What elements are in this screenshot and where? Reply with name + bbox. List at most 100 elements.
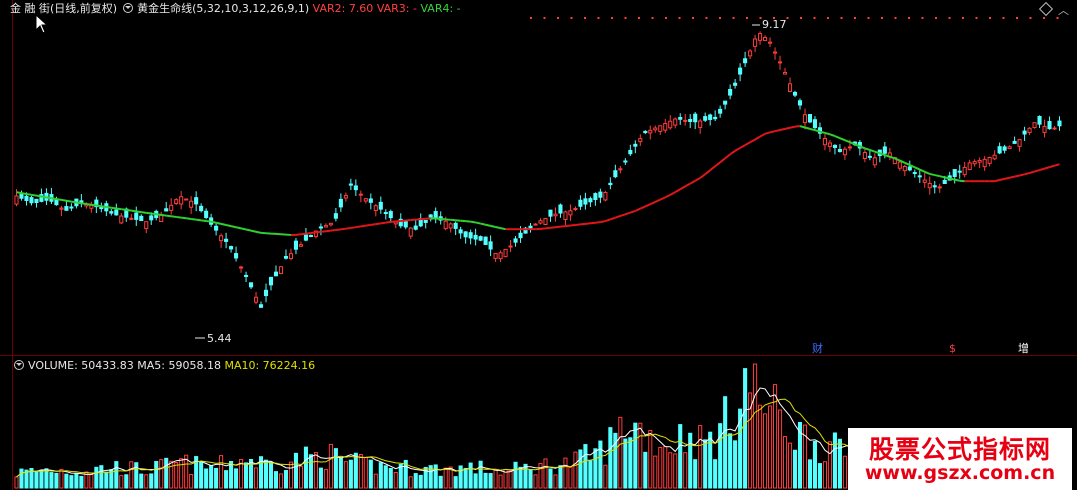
candle-body [503, 248, 508, 258]
candle-body [588, 198, 593, 203]
volume-bar [753, 363, 758, 489]
volume-bar [224, 470, 229, 489]
gold-line-segment [36, 194, 42, 198]
volume-bar [199, 461, 204, 489]
volume-bar [558, 465, 563, 489]
gold-line-segment [205, 220, 212, 223]
gold-line-segment [176, 215, 182, 219]
volume-bar [573, 451, 578, 489]
indicator-menu-icon[interactable] [123, 3, 134, 13]
candle-body [957, 170, 962, 173]
gold-line-segment [944, 176, 950, 180]
gold-line-segment [610, 216, 616, 221]
candle-body [204, 210, 209, 218]
candle-body [777, 61, 783, 64]
candle-body [219, 235, 224, 242]
candle-body [413, 225, 418, 230]
candle-body [782, 72, 788, 75]
candle-body [1037, 115, 1042, 125]
volume-bar [593, 448, 598, 489]
candle-body [723, 100, 728, 105]
pane-divider [0, 355, 1077, 356]
gold-line-segment [590, 221, 596, 225]
gold-line-segment [620, 213, 626, 217]
candle-body [239, 266, 244, 269]
top-event-dot [800, 17, 802, 19]
main-pane-header: 金 融 街(日线,前复权) 黄金生命线(5,32,10,3,12,26,9,1) … [10, 0, 461, 18]
gold-line-segment [86, 203, 92, 206]
candle-body [214, 225, 219, 231]
candle-body [348, 183, 353, 186]
gold-line-segment [156, 213, 162, 216]
candle-body [593, 193, 598, 201]
candle-body [234, 253, 239, 259]
event-marker-increase[interactable]: 增 [1018, 343, 1029, 355]
volume-menu-icon[interactable] [14, 360, 24, 370]
volume-bar [777, 409, 783, 489]
volume-bar [653, 455, 658, 489]
indicator-name[interactable]: 黄金生命线(5,32,10,3,12,26,9,1) [137, 2, 309, 15]
top-event-dot [1043, 17, 1045, 19]
volume-bar [553, 474, 558, 489]
volume-bar [348, 459, 353, 489]
top-event-dot [975, 17, 978, 19]
gold-line-segment [490, 224, 496, 228]
candle-body [518, 232, 523, 239]
gold-line-segment [225, 224, 232, 228]
volume-bar [94, 466, 99, 489]
volume-bar [54, 472, 59, 489]
top-event-dot [746, 17, 748, 19]
chevron-up-icon[interactable]: ︿ [1058, 2, 1069, 18]
volume-bar [219, 455, 224, 489]
volume-bar [14, 476, 19, 489]
top-event-dot [678, 17, 681, 19]
candle-body [463, 231, 468, 238]
top-event-dot [786, 17, 789, 19]
volume-bar [463, 467, 468, 489]
volume-bar [139, 473, 144, 489]
candle-body [837, 149, 842, 152]
candle-body [353, 185, 358, 191]
gold-line-segment [71, 200, 77, 204]
gold-line-segment [570, 223, 576, 227]
price-volume-chart[interactable]: 9.17 5.44 [0, 0, 1077, 490]
volume-bar [548, 468, 553, 489]
candle-body [293, 240, 299, 250]
volume-bar [333, 448, 338, 489]
candle-body [179, 196, 184, 205]
candle-body [1047, 121, 1052, 130]
gold-line-segment [360, 224, 366, 228]
mouse-cursor-icon [35, 14, 49, 34]
top-event-dot [813, 17, 816, 19]
gold-line-segment [370, 223, 376, 226]
volume-bar [768, 405, 773, 489]
event-marker-dividend[interactable]: $ [949, 343, 956, 355]
event-marker-finance[interactable]: 财 [812, 343, 823, 355]
candle-body [189, 200, 194, 208]
volume-bar [34, 471, 39, 489]
candle-body [902, 165, 907, 172]
volume-bar [229, 460, 234, 489]
volume-bar [658, 447, 663, 489]
volume-bar [368, 459, 373, 489]
gold-line-segment [46, 196, 52, 200]
candle-body [488, 241, 493, 250]
volume-bar [508, 469, 513, 489]
candle-body [1052, 127, 1057, 130]
gold-line-segment [480, 222, 486, 226]
volume-bar [787, 442, 793, 489]
candle-body [967, 162, 972, 171]
candle-body [638, 138, 643, 143]
volume-bar [563, 457, 568, 489]
gold-line-segment [191, 217, 197, 221]
volume-bar [728, 433, 733, 489]
gold-line-segment [161, 213, 167, 217]
volume-bar [393, 471, 398, 489]
candle-body [663, 123, 668, 131]
gold-line-segment [101, 205, 107, 208]
stock-title[interactable]: 金 融 街(日线,前复权) [10, 2, 117, 15]
candle-body [608, 182, 613, 186]
gold-line-segment [575, 223, 581, 226]
candle-body [1027, 127, 1032, 133]
candle-body [358, 193, 363, 196]
